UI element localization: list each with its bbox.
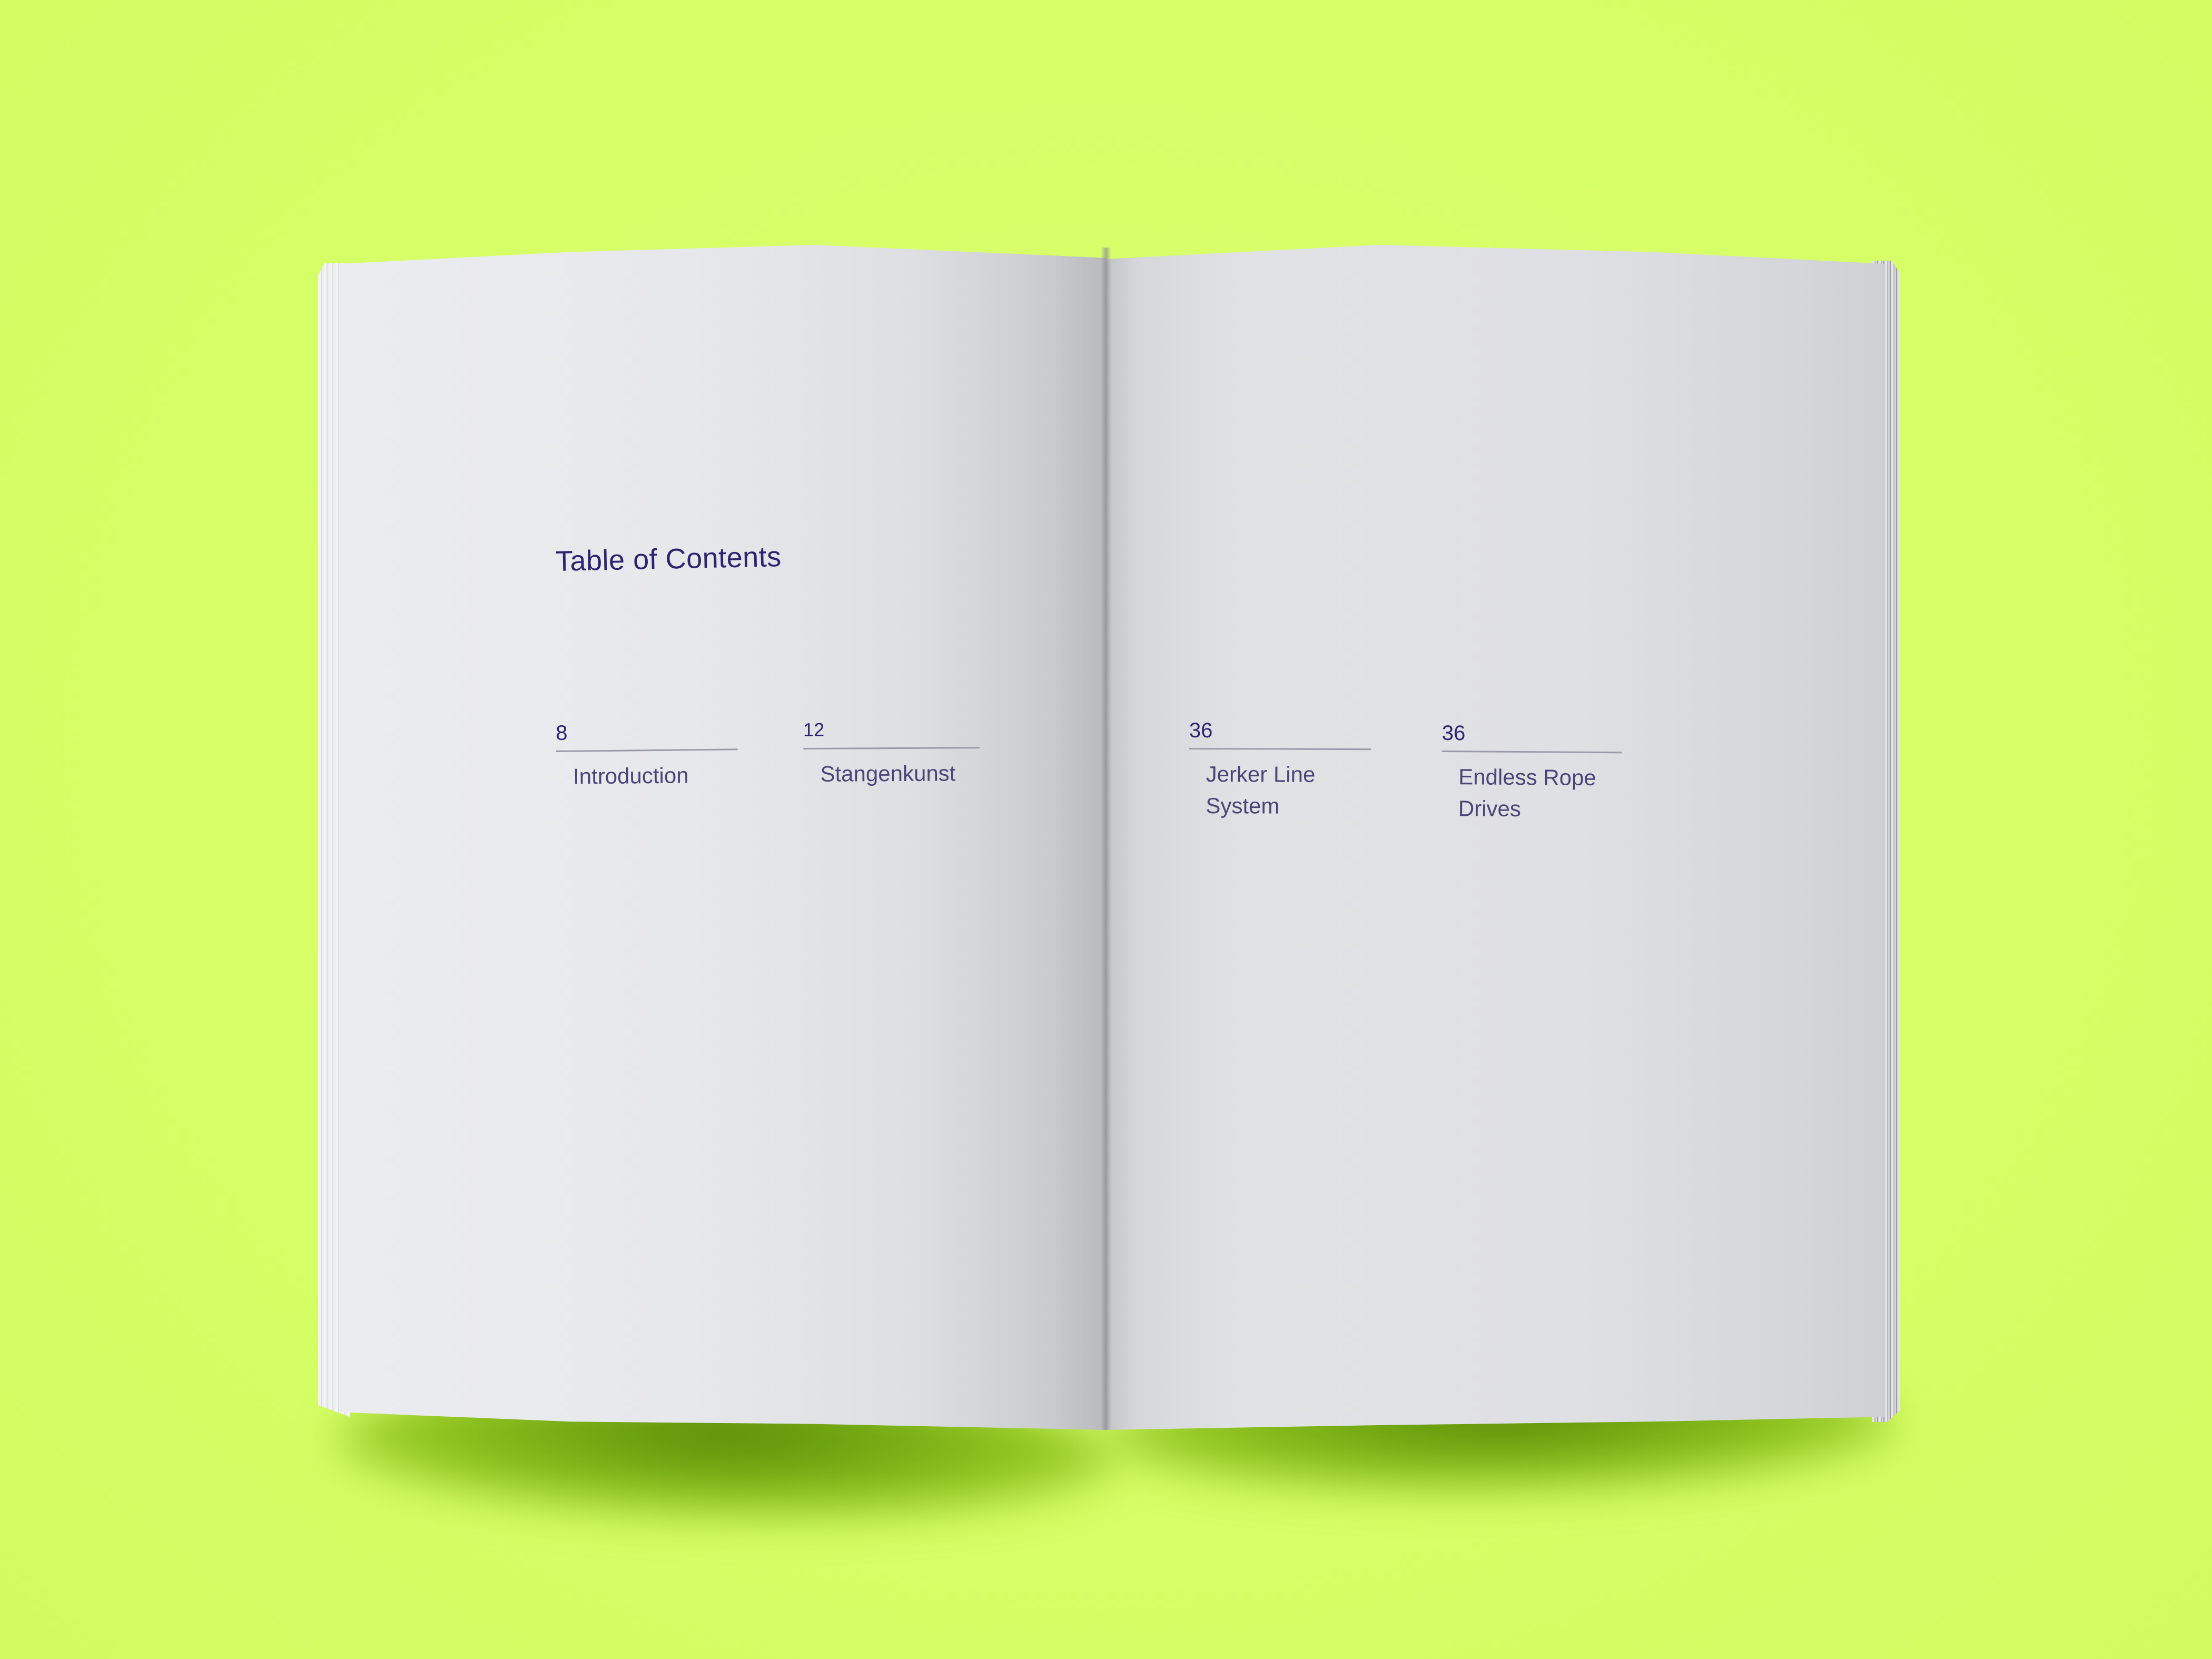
toc-entry-label-line: Jerker Line: [1206, 762, 1316, 787]
background-surface: Table of Contents 8 Introduction 12 Stan…: [0, 0, 2212, 1659]
toc-entry-label: Stangenkunst: [820, 761, 956, 786]
toc-entry-label: Endless Rope Drives: [1458, 761, 1596, 825]
toc-entry-label-line: System: [1206, 793, 1280, 818]
toc-entry-label: Introduction: [572, 763, 689, 789]
toc-entry-page-number: 36: [1441, 722, 1466, 745]
toc-title: Table of Contents: [555, 541, 782, 577]
toc-entry-label: Jerker Line System: [1206, 758, 1315, 822]
toc-entry-page-number: 36: [1189, 719, 1213, 743]
left-page: [340, 245, 1106, 1430]
toc-entry-label-line: Drives: [1458, 796, 1522, 822]
right-page: [1106, 245, 1885, 1430]
toc-entry-page-number: 8: [556, 721, 568, 745]
book-gutter: [1101, 248, 1111, 1430]
toc-entry-page-number: 12: [803, 718, 825, 740]
toc-entry-label-line: Endless Rope: [1458, 764, 1596, 791]
